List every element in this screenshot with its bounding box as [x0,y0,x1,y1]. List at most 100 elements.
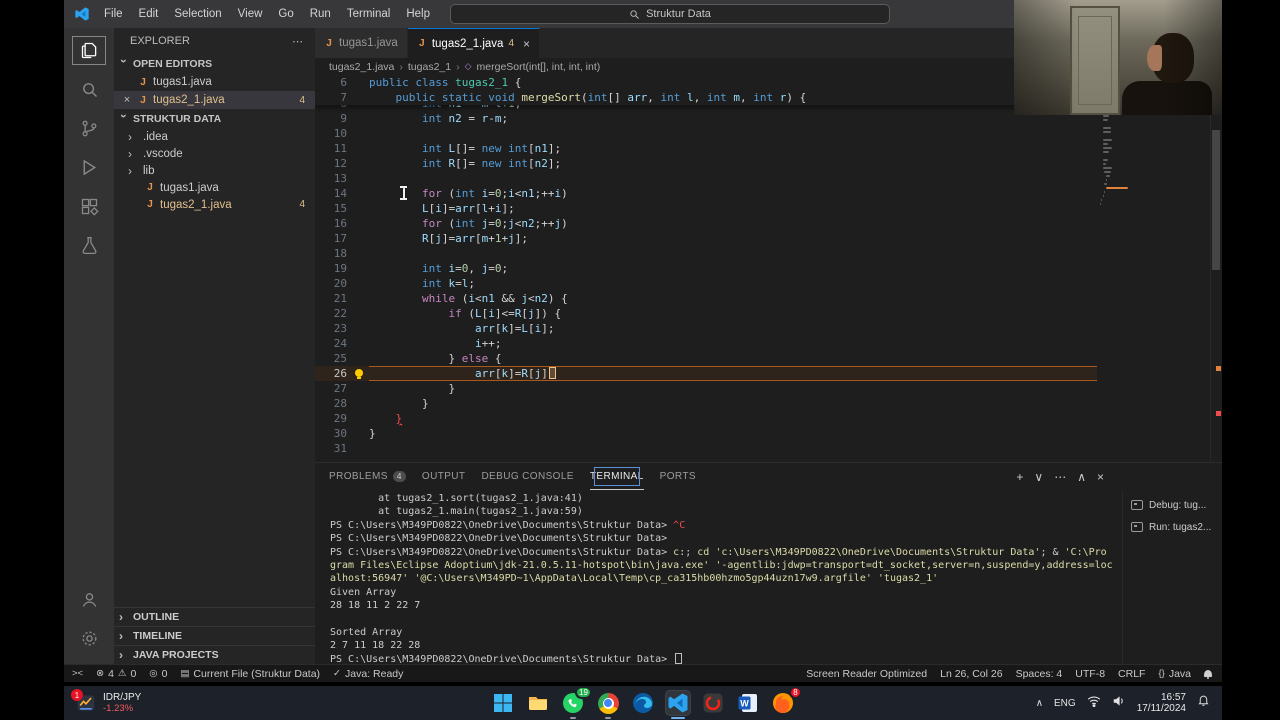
activity-extensions-icon[interactable] [67,187,111,226]
tab-tugas2_1.java[interactable]: Jtugas2_1.java 4 × [407,28,541,58]
new-terminal-icon[interactable]: + [1016,470,1023,484]
close-icon[interactable]: × [121,94,133,106]
menu-help[interactable]: Help [398,5,438,23]
activity-search-icon[interactable] [67,70,111,109]
panel-tab-debug-console[interactable]: DEBUG CONSOLE [481,463,573,490]
code-line-6[interactable]: 6 public class tugas2_1 { [315,75,1097,90]
terminal-session-item[interactable]: Run: tugas2... [1131,516,1222,538]
tree-item-.idea[interactable]: › .idea [114,128,315,145]
breadcrumb-item[interactable]: tugas2_1 [408,61,451,73]
menu-go[interactable]: Go [270,5,301,23]
code-line-29[interactable]: 29 } [315,411,1097,426]
code-line-23[interactable]: 23 arr[k]=L[i]; [315,321,1097,336]
wifi-icon[interactable] [1087,694,1101,712]
activity-account-icon[interactable] [67,580,111,619]
code-line-11[interactable]: 11 int L[]= new int[n1]; [315,141,1097,156]
lightbulb-icon[interactable] [355,369,363,379]
close-panel-icon[interactable]: × [1097,470,1104,484]
taskbar-chrome-icon[interactable] [595,690,621,719]
tree-item-.vscode[interactable]: › .vscode [114,145,315,162]
panel-tab-ports[interactable]: PORTS [660,463,696,490]
menu-edit[interactable]: Edit [131,5,167,23]
code-line-10[interactable]: 10 [315,126,1097,141]
maximize-panel-icon[interactable]: ∧ [1077,470,1086,484]
scrollbar-thumb[interactable] [1212,130,1220,270]
status-problems[interactable]: ⊗ 4 ⚠ 0 [96,668,136,680]
panel-tab-output[interactable]: OUTPUT [422,463,466,490]
code-line-13[interactable]: 13 [315,171,1097,186]
taskbar-widget[interactable]: 1 IDR/JPY -1.23% [64,686,153,720]
status-language[interactable]: {} Java [1158,668,1191,680]
code-line-9[interactable]: 9 int n2 = r-m; [315,111,1097,126]
breadcrumb-item[interactable]: tugas2_1.java [329,61,394,73]
code-line-21[interactable]: 21 while (i<n1 && j<n2) { [315,291,1097,306]
tab-tugas1.java[interactable]: Jtugas1.java [315,28,408,58]
tray-clock[interactable]: 16:57 17/11/2024 [1137,692,1186,715]
section-outline[interactable]: › OUTLINE [114,607,315,626]
status-current-file[interactable]: ▤ Current File (Struktur Data) [180,668,320,680]
menu-view[interactable]: View [230,5,271,23]
activity-source-control-icon[interactable] [67,109,111,148]
terminal-output[interactable]: at tugas2_1.sort(tugas2_1.java:41) at tu… [315,490,1122,664]
status-ports[interactable]: ◎ 0 [149,668,167,680]
taskbar-acrobat-icon[interactable] [700,690,726,716]
command-center-search[interactable]: Struktur Data [450,4,890,24]
notifications-bell-icon[interactable] [1197,694,1210,712]
code-line-31[interactable]: 31 [315,441,1097,456]
tree-item-tugas1.java[interactable]: Jtugas1.java [114,179,315,196]
menu-file[interactable]: File [96,5,131,23]
status-notifications[interactable] [1204,670,1212,679]
code-line-25[interactable]: 25 } else { [315,351,1097,366]
code-line-16[interactable]: 16 for (int j=0;j<n2;++j) [315,216,1097,231]
code-line-28[interactable]: 28 } [315,396,1097,411]
more-actions-icon[interactable]: ⋯ [292,35,303,48]
minimap[interactable] [1100,107,1128,209]
code-line-15[interactable]: 15 L[i]=arr[l+i]; [315,201,1097,216]
code-line-7[interactable]: 7 public static void mergeSort(int[] arr… [315,90,1097,105]
menu-selection[interactable]: Selection [166,5,229,23]
tab-close-icon[interactable]: × [523,37,530,51]
status-remote[interactable]: >< [72,668,83,679]
volume-icon[interactable] [1112,694,1126,712]
input-language[interactable]: ENG [1054,698,1076,709]
section-timeline[interactable]: › TIMELINE [114,626,315,645]
open-editor-tugas2_1.java[interactable]: × Jtugas2_1.java 4 [114,91,315,109]
code-line-26[interactable]: 26 arr[k]=R[j] [315,366,1097,381]
taskbar-vscode-icon[interactable] [665,690,691,719]
taskbar-whatsapp-icon[interactable]: 19 [560,686,592,719]
taskbar-word-icon[interactable]: W [735,690,761,716]
more-actions-icon[interactable]: ⋯ [1054,470,1066,484]
code-line-18[interactable]: 18 [315,246,1097,261]
code-line-17[interactable]: 17 R[j]=arr[m+1+j]; [315,231,1097,246]
code-line-12[interactable]: 12 int R[]= new int[n2]; [315,156,1097,171]
activity-settings-icon[interactable] [67,619,111,658]
taskbar-explorer-icon[interactable] [525,690,551,716]
tray-expand-icon[interactable]: ∧ [1036,698,1043,709]
status-encoding[interactable]: UTF-8 [1075,668,1105,680]
activity-testing-icon[interactable] [67,226,111,265]
code-line-22[interactable]: 22 if (L[i]<=R[j]) { [315,306,1097,321]
menu-terminal[interactable]: Terminal [339,5,398,23]
section-java-projects[interactable]: › JAVA PROJECTS [114,645,315,664]
panel-tab-terminal[interactable]: TERMINAL [589,463,644,490]
activity-run-debug-icon[interactable] [67,148,111,187]
code-editor[interactable]: 6 public class tugas2_1 {7 public static … [315,75,1222,462]
terminal-session-item[interactable]: Debug: tug... [1131,494,1222,516]
tree-item-tugas2_1.java[interactable]: Jtugas2_1.java 4 [114,196,315,213]
status-java-status[interactable]: ✓ Java: Ready [333,668,403,680]
breadcrumb-item[interactable]: mergeSort(int[], int, int, int) [477,61,601,73]
status-eol[interactable]: CRLF [1118,668,1145,680]
status-cursor-position[interactable]: Ln 26, Col 26 [940,668,1002,680]
tree-item-lib[interactable]: › lib [114,162,315,179]
code-line-19[interactable]: 19 int i=0, j=0; [315,261,1097,276]
code-line-20[interactable]: 20 int k=l; [315,276,1097,291]
launch-profile-dropdown-icon[interactable]: ∨ [1034,470,1043,484]
panel-tab-problems[interactable]: PROBLEMS 4 [329,463,406,490]
code-line-30[interactable]: 30} [315,426,1097,441]
folder-section[interactable]: › STRUKTUR DATA [114,109,315,128]
menu-run[interactable]: Run [302,5,339,23]
status-indentation[interactable]: Spaces: 4 [1016,668,1063,680]
editor-scrollbar[interactable] [1210,75,1222,462]
open-editor-tugas1.java[interactable]: Jtugas1.java [114,73,315,91]
activity-explorer-icon[interactable] [67,31,111,70]
